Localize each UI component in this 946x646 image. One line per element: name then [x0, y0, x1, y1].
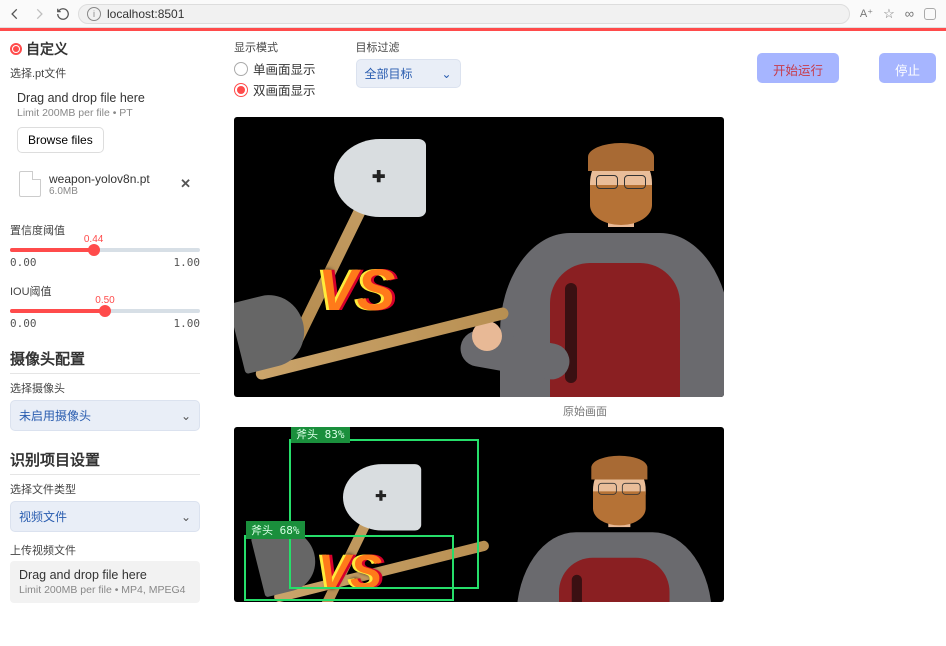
forward-icon[interactable] [30, 5, 48, 23]
file-name: weapon-yolov8n.pt [49, 172, 150, 186]
confidence-min: 0.00 [10, 256, 37, 269]
chevron-down-icon: ⌄ [181, 409, 191, 423]
infinity-icon[interactable]: ∞ [905, 6, 914, 21]
remove-file-icon[interactable]: ✕ [180, 176, 191, 192]
refresh-icon[interactable] [54, 5, 72, 23]
browser-bar: i localhost:8501 A⁺ ☆ ∞ [0, 0, 946, 28]
display-single-radio[interactable]: 单画面显示 [234, 59, 316, 78]
detection-box: 斧头 68% [244, 535, 454, 601]
iou-value: 0.50 [95, 295, 114, 306]
browse-files-button[interactable]: Browse files [17, 127, 104, 153]
filetype-selected: 视频文件 [19, 508, 67, 525]
back-icon[interactable] [6, 5, 24, 23]
target-selected: 全部目标 [365, 65, 413, 82]
iou-thumb[interactable] [99, 305, 111, 317]
pt-uploader[interactable]: Drag and drop file here Limit 200MB per … [10, 84, 200, 208]
iou-max: 1.00 [174, 317, 201, 330]
camera-selected: 未启用摄像头 [19, 407, 91, 424]
uploader-drop-text: Drag and drop file here [17, 91, 193, 105]
stop-button[interactable]: 停止 [879, 53, 936, 83]
target-filter: 目标过滤 全部目标 ⌄ [356, 39, 461, 88]
start-button[interactable]: 开始运行 [757, 53, 839, 83]
original-image: VS [234, 117, 724, 397]
person-figure [490, 117, 724, 397]
iou-min: 0.00 [10, 317, 37, 330]
divider [10, 474, 200, 475]
video-hint: Limit 200MB per file • MP4, MPEG4 [19, 584, 191, 596]
file-icon [19, 171, 41, 197]
url-text: localhost:8501 [107, 7, 184, 21]
target-filter-label: 目标过滤 [356, 39, 461, 55]
confidence-value: 0.44 [84, 234, 103, 245]
filetype-select[interactable]: 视频文件 ⌄ [10, 501, 200, 532]
radio-icon [234, 62, 248, 76]
original-caption: 原始画面 [234, 403, 936, 419]
confidence-slider[interactable]: 置信度阈值 0.44 0.00 1.00 [10, 222, 200, 269]
read-aloud-icon[interactable]: A⁺ [860, 7, 873, 20]
uploader-hint: Limit 200MB per file • PT [17, 107, 193, 119]
vs-text: VS [318, 257, 395, 324]
video-drop-text: Drag and drop file here [19, 568, 191, 582]
site-info-icon[interactable]: i [87, 7, 101, 21]
title-dot-icon [10, 43, 22, 55]
camera-select-label: 选择摄像头 [10, 380, 200, 396]
display-mode-label: 显示模式 [234, 39, 316, 55]
chevron-down-icon: ⌄ [441, 67, 451, 81]
divider [10, 373, 200, 374]
confidence-thumb[interactable] [88, 244, 100, 256]
uploaded-file-row: weapon-yolov8n.pt 6.0MB ✕ [17, 167, 193, 201]
confidence-label: 置信度阈值 [10, 222, 200, 238]
project-heading: 识别项目设置 [10, 449, 200, 470]
chevron-down-icon: ⌄ [181, 510, 191, 524]
iou-slider[interactable]: IOU阈值 0.50 0.00 1.00 [10, 283, 200, 330]
radio-icon [234, 83, 248, 97]
main-panel: 显示模式 单画面显示 双画面显示 目标过滤 全部目标 ⌄ 开始运行 停止 [210, 31, 946, 646]
top-controls: 显示模式 单画面显示 双画面显示 目标过滤 全部目标 ⌄ 开始运行 停止 [234, 39, 936, 101]
upload-video-label: 上传视频文件 [10, 542, 200, 558]
display-mode: 显示模式 单画面显示 双画面显示 [234, 39, 316, 101]
file-size: 6.0MB [49, 186, 150, 197]
video-uploader[interactable]: Drag and drop file here Limit 200MB per … [10, 561, 200, 603]
filetype-label: 选择文件类型 [10, 481, 200, 497]
person-figure [508, 430, 712, 602]
pt-file-label: 选择.pt文件 [10, 65, 200, 81]
sidebar-title: 自定义 [10, 39, 200, 59]
display-dual-radio[interactable]: 双画面显示 [234, 80, 316, 99]
more-icon[interactable] [924, 8, 936, 20]
url-bar[interactable]: i localhost:8501 [78, 4, 850, 24]
display-dual-text: 双画面显示 [253, 80, 316, 99]
detection-label: 斧头 83% [291, 427, 350, 443]
title-text: 自定义 [26, 39, 68, 59]
target-select[interactable]: 全部目标 ⌄ [356, 59, 461, 88]
detection-label: 斧头 68% [246, 521, 305, 539]
camera-select[interactable]: 未启用摄像头 ⌄ [10, 400, 200, 431]
display-single-text: 单画面显示 [253, 59, 316, 78]
camera-heading: 摄像头配置 [10, 348, 200, 369]
detected-image: VS 斧头 83%斧头 68% [234, 427, 724, 602]
sidebar: 自定义 选择.pt文件 Drag and drop file here Limi… [0, 31, 210, 646]
confidence-max: 1.00 [174, 256, 201, 269]
favorite-icon[interactable]: ☆ [883, 6, 895, 22]
